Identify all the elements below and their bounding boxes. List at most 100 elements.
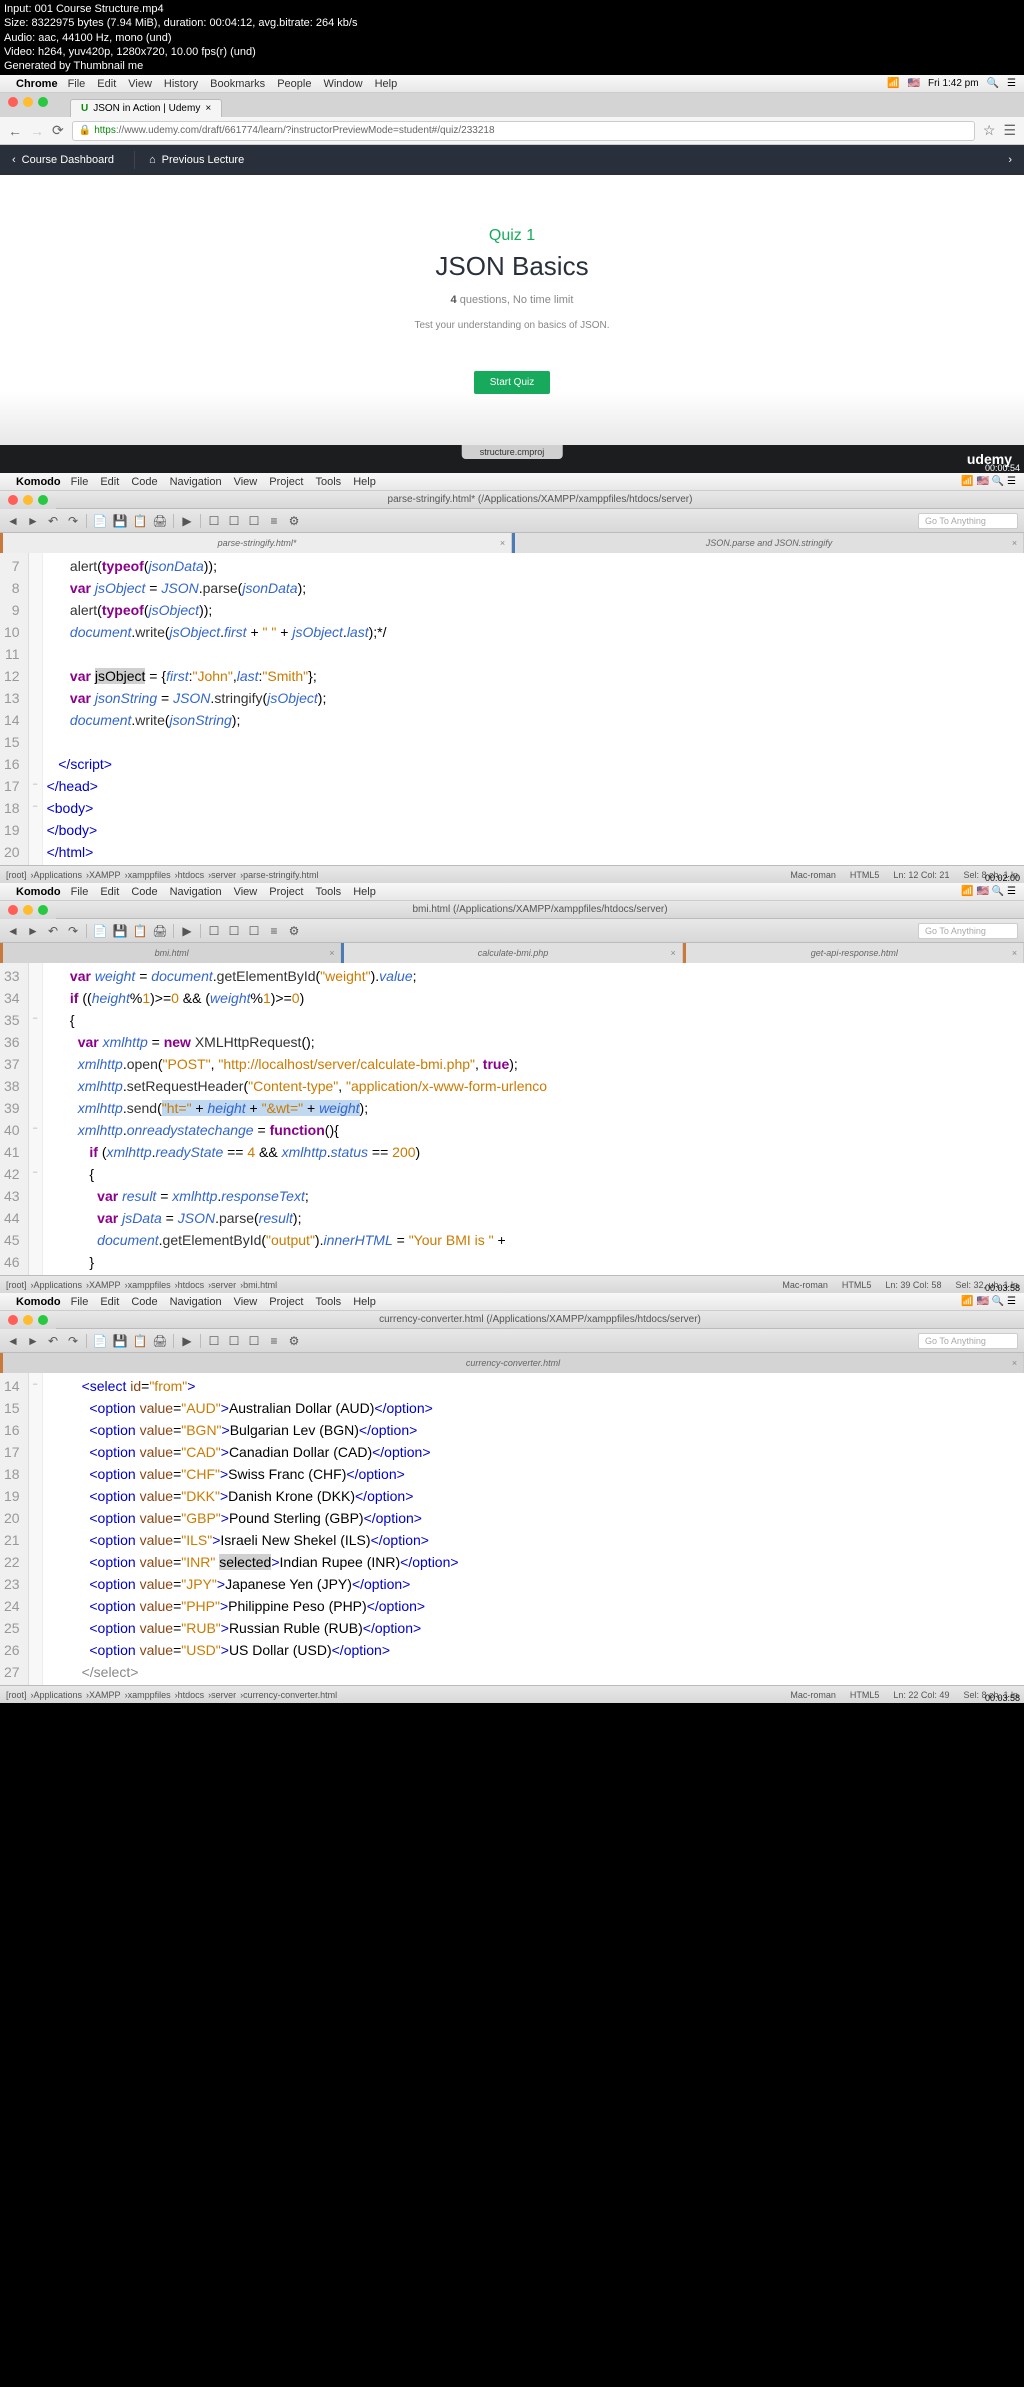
icon[interactable]: ☐ — [247, 1334, 261, 1348]
icon[interactable]: ☐ — [247, 924, 261, 938]
undo-icon[interactable]: ↶ — [46, 924, 60, 938]
icon[interactable]: ≡ — [267, 514, 281, 528]
bookmark-icon[interactable]: ☆ — [983, 122, 996, 139]
crumb[interactable]: XAMPP — [89, 870, 121, 880]
menu-people[interactable]: People — [277, 78, 311, 90]
icon[interactable]: ☐ — [227, 514, 241, 528]
lang[interactable]: HTML5 — [842, 1280, 872, 1290]
crumb[interactable]: [root] — [6, 1690, 27, 1700]
menu-code[interactable]: Code — [131, 1296, 157, 1308]
close-tab-icon[interactable]: × — [1012, 538, 1017, 548]
crumb[interactable]: htdocs — [178, 870, 205, 880]
menu-help[interactable]: Help — [353, 476, 376, 488]
menu-help[interactable]: Help — [375, 78, 398, 90]
menu-nav[interactable]: Navigation — [170, 1296, 222, 1308]
crumb[interactable]: server — [211, 870, 236, 880]
menu-edit[interactable]: Edit — [97, 78, 116, 90]
icon[interactable]: ☐ — [227, 924, 241, 938]
run-icon[interactable]: ▶ — [180, 514, 194, 528]
icon[interactable]: ☐ — [207, 924, 221, 938]
icon[interactable]: ☐ — [207, 514, 221, 528]
code-content[interactable]: alert(typeof(jsonData)); var jsObject = … — [43, 553, 1024, 865]
course-dashboard-link[interactable]: ‹ Course Dashboard — [12, 154, 114, 166]
icon[interactable]: ≡ — [267, 1334, 281, 1348]
gear-icon[interactable]: ⚙ — [287, 514, 301, 528]
hamburger-icon[interactable]: ☰ — [1003, 122, 1016, 139]
icon[interactable]: ☐ — [247, 514, 261, 528]
prev-lecture-link[interactable]: ⌂ Previous Lecture — [149, 154, 244, 166]
back-icon[interactable]: ◄ — [6, 1334, 20, 1348]
menu-file[interactable]: File — [71, 476, 89, 488]
app-name[interactable]: Komodo — [16, 1296, 61, 1308]
menu-icon[interactable]: ☰ — [1007, 78, 1016, 89]
run-icon[interactable]: ▶ — [180, 924, 194, 938]
back-icon[interactable]: ◄ — [6, 924, 20, 938]
browser-tab[interactable]: U JSON in Action | Udemy × — [70, 99, 222, 117]
menu-file[interactable]: File — [68, 78, 86, 90]
menu-window[interactable]: Window — [323, 78, 362, 90]
save-icon[interactable]: 💾 — [113, 514, 127, 528]
goto-anything-input[interactable]: Go To Anything — [918, 513, 1018, 529]
new-icon[interactable]: 📄 — [93, 514, 107, 528]
crumb[interactable]: xamppfiles — [128, 1690, 171, 1700]
tab-parse-stringify[interactable]: parse-stringify.html*× — [0, 533, 512, 553]
app-name[interactable]: Komodo — [16, 886, 61, 898]
back-icon[interactable]: ← — [8, 123, 22, 139]
icon[interactable]: ☐ — [207, 1334, 221, 1348]
undo-icon[interactable]: ↶ — [46, 514, 60, 528]
print-icon[interactable]: 🖨 — [153, 924, 167, 938]
menu-tools[interactable]: Tools — [316, 476, 342, 488]
clock[interactable]: Fri 1:42 pm — [928, 78, 979, 89]
goto-anything-input[interactable]: Go To Anything — [918, 923, 1018, 939]
crumb[interactable]: Applications — [34, 1280, 83, 1290]
menu-code[interactable]: Code — [131, 476, 157, 488]
menu-tools[interactable]: Tools — [316, 886, 342, 898]
crumb[interactable]: htdocs — [178, 1690, 205, 1700]
tab-json-parse[interactable]: JSON.parse and JSON.stringify× — [512, 533, 1024, 553]
close-icon[interactable]: × — [329, 948, 334, 958]
icon[interactable]: ≡ — [267, 924, 281, 938]
code-editor[interactable]: 3334353637383940414243444546 −−− var wei… — [0, 963, 1024, 1275]
close-icon[interactable]: × — [670, 948, 675, 958]
crumb[interactable]: XAMPP — [89, 1280, 121, 1290]
forward-icon[interactable]: → — [30, 123, 44, 139]
saveall-icon[interactable]: 📋 — [133, 924, 147, 938]
menu-view[interactable]: View — [234, 1296, 258, 1308]
reload-icon[interactable]: ⟳ — [52, 122, 64, 139]
menu-code[interactable]: Code — [131, 886, 157, 898]
menu-edit[interactable]: Edit — [100, 1296, 119, 1308]
saveall-icon[interactable]: 📋 — [133, 514, 147, 528]
gear-icon[interactable]: ⚙ — [287, 924, 301, 938]
tab-bmi[interactable]: bmi.html× — [0, 943, 341, 963]
encoding[interactable]: Mac-roman — [782, 1280, 828, 1290]
tab-currency[interactable]: currency-converter.html× — [0, 1353, 1024, 1373]
crumb[interactable]: server — [211, 1690, 236, 1700]
menu-view[interactable]: View — [128, 78, 152, 90]
print-icon[interactable]: 🖨 — [153, 1334, 167, 1348]
new-icon[interactable]: 📄 — [93, 924, 107, 938]
save-icon[interactable]: 💾 — [113, 1334, 127, 1348]
saveall-icon[interactable]: 📋 — [133, 1334, 147, 1348]
crumb[interactable]: bmi.html — [243, 1280, 277, 1290]
lang[interactable]: HTML5 — [850, 1690, 880, 1700]
goto-anything-input[interactable]: Go To Anything — [918, 1333, 1018, 1349]
redo-icon[interactable]: ↷ — [66, 924, 80, 938]
menu-view[interactable]: View — [234, 476, 258, 488]
fold-gutter[interactable]: −− — [29, 553, 43, 865]
app-name[interactable]: Chrome — [16, 78, 58, 90]
crumb[interactable]: [root] — [6, 1280, 27, 1290]
tab-api-response[interactable]: get-api-response.html× — [683, 943, 1024, 963]
start-quiz-button[interactable]: Start Quiz — [474, 371, 550, 394]
crumb[interactable]: xamppfiles — [128, 870, 171, 880]
close-tab-icon[interactable]: × — [500, 538, 505, 548]
next-icon[interactable]: › — [1008, 154, 1012, 166]
crumb[interactable]: xamppfiles — [128, 1280, 171, 1290]
menu-bookmarks[interactable]: Bookmarks — [210, 78, 265, 90]
crumb[interactable]: Applications — [34, 870, 83, 880]
menu-project[interactable]: Project — [269, 1296, 303, 1308]
close-icon[interactable]: × — [1012, 948, 1017, 958]
encoding[interactable]: Mac-roman — [790, 1690, 836, 1700]
fwd-icon[interactable]: ► — [26, 1334, 40, 1348]
project-tab[interactable]: structure.cmproj — [462, 445, 563, 459]
crumb[interactable]: XAMPP — [89, 1690, 121, 1700]
